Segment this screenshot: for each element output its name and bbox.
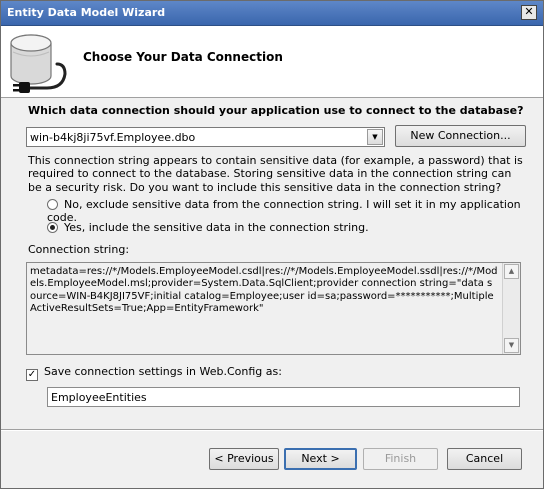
vertical-scrollbar[interactable]: ▲ ▼ — [502, 263, 520, 354]
window-title: Entity Data Model Wizard — [7, 6, 166, 19]
chevron-down-icon[interactable]: ▼ — [367, 129, 383, 145]
cancel-button[interactable]: Cancel — [447, 448, 522, 470]
connection-string-text: metadata=res://*/Models.EmployeeModel.cs… — [30, 266, 498, 314]
radio-include-sensitive[interactable]: Yes, include the sensitive data in the c… — [47, 221, 369, 234]
database-icon — [10, 34, 67, 93]
radio-button[interactable] — [47, 222, 58, 233]
footer-divider — [1, 429, 543, 431]
new-connection-button[interactable]: New Connection... — [395, 125, 526, 147]
connection-string-label: Connection string: — [28, 243, 130, 256]
save-settings-row[interactable]: ✓ Save connection settings in Web.Config … — [26, 365, 282, 381]
radio-button[interactable] — [47, 199, 58, 210]
scroll-up-icon[interactable]: ▲ — [504, 264, 519, 279]
wizard-window: Entity Data Model Wizard ✕ Choose Your D… — [0, 0, 544, 489]
checkmark-icon: ✓ — [27, 369, 37, 380]
finish-button[interactable]: Finish — [363, 448, 438, 470]
save-settings-checkbox[interactable]: ✓ — [26, 369, 38, 381]
previous-button[interactable]: < Previous — [209, 448, 279, 470]
connection-question: Which data connection should your applic… — [28, 104, 524, 117]
close-icon: ✕ — [524, 5, 534, 18]
radio-include-label: Yes, include the sensitive data in the c… — [64, 221, 369, 234]
wizard-header: Choose Your Data Connection — [1, 26, 543, 98]
scroll-down-icon[interactable]: ▼ — [504, 338, 519, 353]
close-button[interactable]: ✕ — [521, 5, 537, 20]
data-connection-dropdown[interactable]: win-b4kj8ji75vf.Employee.dbo ▼ — [26, 127, 385, 147]
save-settings-label: Save connection settings in Web.Config a… — [44, 365, 282, 378]
entity-name-input[interactable]: EmployeeEntities — [47, 387, 520, 407]
title-bar: Entity Data Model Wizard ✕ — [1, 1, 543, 26]
sensitive-data-warning: This connection string appears to contai… — [28, 154, 523, 194]
connection-string-box[interactable]: metadata=res://*/Models.EmployeeModel.cs… — [26, 262, 521, 355]
next-button[interactable]: Next > — [284, 448, 357, 470]
page-title: Choose Your Data Connection — [83, 50, 283, 64]
selected-connection: win-b4kj8ji75vf.Employee.dbo — [30, 131, 196, 144]
